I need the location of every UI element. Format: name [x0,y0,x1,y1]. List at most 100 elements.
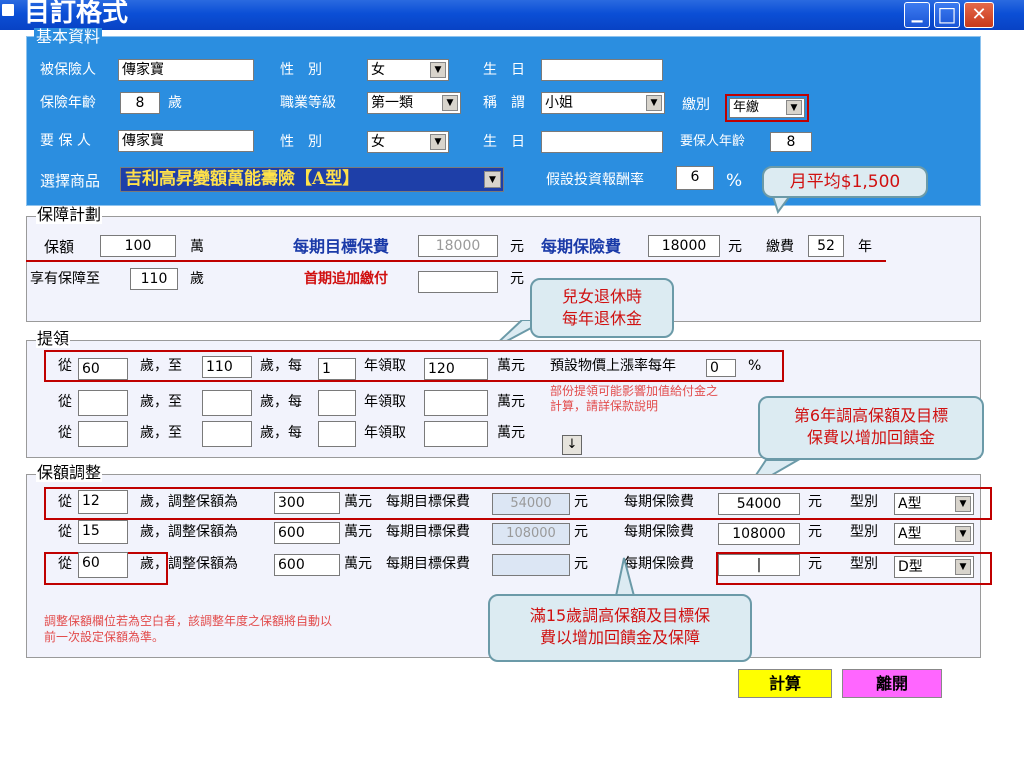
adjust-type-select[interactable]: A型 ▼ [894,523,974,545]
adjust-premium-input[interactable]: | [718,554,800,576]
target-premium-input[interactable]: 18000 [418,235,498,257]
callout-monthly: 月平均$1,500 [762,166,928,198]
job-class-value: 第一類 [371,95,413,111]
inflation-label: 預設物價上漲率每年 [550,358,676,374]
age-unit: 歲 [168,95,182,111]
inflation-input[interactable]: 0 [706,359,736,377]
applicant-gender-select[interactable]: 女 ▼ [367,131,449,153]
first-additional-input[interactable] [418,271,498,293]
applicant-gender-value: 女 [371,134,385,150]
age-input[interactable]: 8 [120,92,160,114]
sum-unit: 萬 [190,239,204,255]
gender-select[interactable]: 女 ▼ [367,59,449,81]
applicant-name-input[interactable]: 傳家寶 [118,130,254,152]
adjust-premium-label: 每期保險費 [624,524,694,540]
sum-input[interactable]: 100 [100,235,176,257]
withdraw-every-input[interactable] [318,421,356,447]
withdraw-from-input[interactable] [78,390,128,416]
withdraw-every-label: 歲，每 [260,425,302,441]
adjust-wan-label: 萬元 [344,524,372,540]
title-value: 小姐 [545,95,573,111]
withdraw-wan-label: 萬元 [497,394,525,410]
withdraw-get-label: 年領取 [364,425,406,441]
applicant-birth-input[interactable] [541,131,663,153]
protection-plan-legend: 保障計劃 [36,205,103,224]
minimize-icon: ▁ [911,7,923,23]
premium-label: 每期保險費 [541,237,622,256]
withdraw-amount-input[interactable]: 120 [424,358,488,380]
payment-select[interactable]: 年繳 ▼ [729,98,805,118]
product-label: 選擇商品 [40,172,101,190]
maximize-button[interactable]: □ [934,2,960,28]
adjust-type-select[interactable]: D型 ▼ [894,556,974,578]
adjust-premium-input[interactable]: 108000 [718,523,800,545]
adjust-type-value: D型 [898,559,923,575]
roi-label: 假設投資報酬率 [546,172,644,188]
withdraw-to-label: 歲，至 [140,358,182,374]
first-additional-label: 首期追加繳付 [304,271,388,287]
adjust-yuan-label: 元 [574,524,588,540]
sum-label: 保額 [44,238,75,256]
adjust-sum-label: 歲，調整保額為 [140,556,238,572]
dropdown-arrow-icon: ▼ [955,559,971,575]
calculate-button[interactable]: 計算 [738,669,832,698]
adjust-from-input[interactable]: 60 [78,552,128,578]
dropdown-arrow-icon: ▼ [955,496,971,512]
dropdown-arrow-icon: ▼ [430,134,446,150]
window-menu-icon[interactable] [2,4,14,16]
product-select[interactable]: 吉利高昇變額萬能壽險【A型】 ▼ [120,167,504,192]
adjust-target-label: 每期目標保費 [386,556,470,572]
withdraw-note-line1: 部份提領可能影響加值給付金之 [550,384,719,398]
pay-years-input[interactable]: 52 [808,235,844,257]
birth-input[interactable] [541,59,663,81]
adjust-type-label: 型別 [850,494,878,510]
withdraw-every-label: 歲，每 [260,394,302,410]
adjust-sum-input[interactable]: 300 [274,492,340,514]
adjust-from-input[interactable]: 12 [78,490,128,514]
coverage-until-input[interactable]: 110 [130,268,178,290]
job-class-label: 職業等級 [280,95,336,111]
callout-retirement-line1: 兒女退休時 [561,287,642,306]
close-icon: ✕ [971,4,987,25]
withdraw-to-input[interactable] [202,390,252,416]
adjust-target-input[interactable]: 54000 [492,493,570,515]
adjust-sum-label: 歲，調整保額為 [140,524,238,540]
title-bar [0,0,1024,30]
adjust-sum-input[interactable]: 600 [274,522,340,544]
title-select[interactable]: 小姐 ▼ [541,92,665,114]
withdraw-wan-label: 萬元 [497,358,525,374]
scroll-down-icon[interactable]: ↓ [562,435,582,455]
withdraw-amount-input[interactable] [424,421,488,447]
withdraw-amount-input[interactable] [424,390,488,416]
minimize-button[interactable]: ▁ [904,2,930,28]
adjust-type-value: A型 [898,496,922,512]
withdraw-get-label: 年領取 [364,394,406,410]
withdraw-wan-label: 萬元 [497,425,525,441]
exit-button[interactable]: 離開 [842,669,942,698]
withdraw-from-input[interactable]: 60 [78,358,128,380]
premium-input[interactable]: 18000 [648,235,720,257]
withdraw-from-input[interactable] [78,421,128,447]
title-label: 稱 謂 [483,95,525,111]
adjust-type-select[interactable]: A型 ▼ [894,493,974,515]
insured-name-input[interactable]: 傳家寶 [118,59,254,81]
withdraw-every-input[interactable]: 1 [318,358,356,380]
job-class-select[interactable]: 第一類 ▼ [367,92,461,114]
coverage-until-unit: 歲 [190,271,204,287]
adjust-yuan2-label: 元 [808,494,822,510]
gender-value: 女 [371,62,385,78]
adjust-from-input[interactable]: 15 [78,520,128,544]
applicant-age-input[interactable]: 8 [770,132,812,152]
payment-label: 繳別 [682,97,710,113]
adjust-target-input[interactable]: 108000 [492,523,570,545]
birth-label: 生 日 [483,62,525,78]
close-button[interactable]: ✕ [964,2,994,28]
adjust-target-label: 每期目標保費 [386,494,470,510]
withdraw-every-input[interactable] [318,390,356,416]
adjust-sum-input[interactable]: 600 [274,554,340,576]
withdraw-to-input[interactable] [202,421,252,447]
age-label: 保險年齡 [40,95,96,111]
adjust-premium-input[interactable]: 54000 [718,493,800,515]
withdraw-to-input[interactable]: 110 [202,356,252,378]
adjust-from-label: 從 [58,494,72,510]
